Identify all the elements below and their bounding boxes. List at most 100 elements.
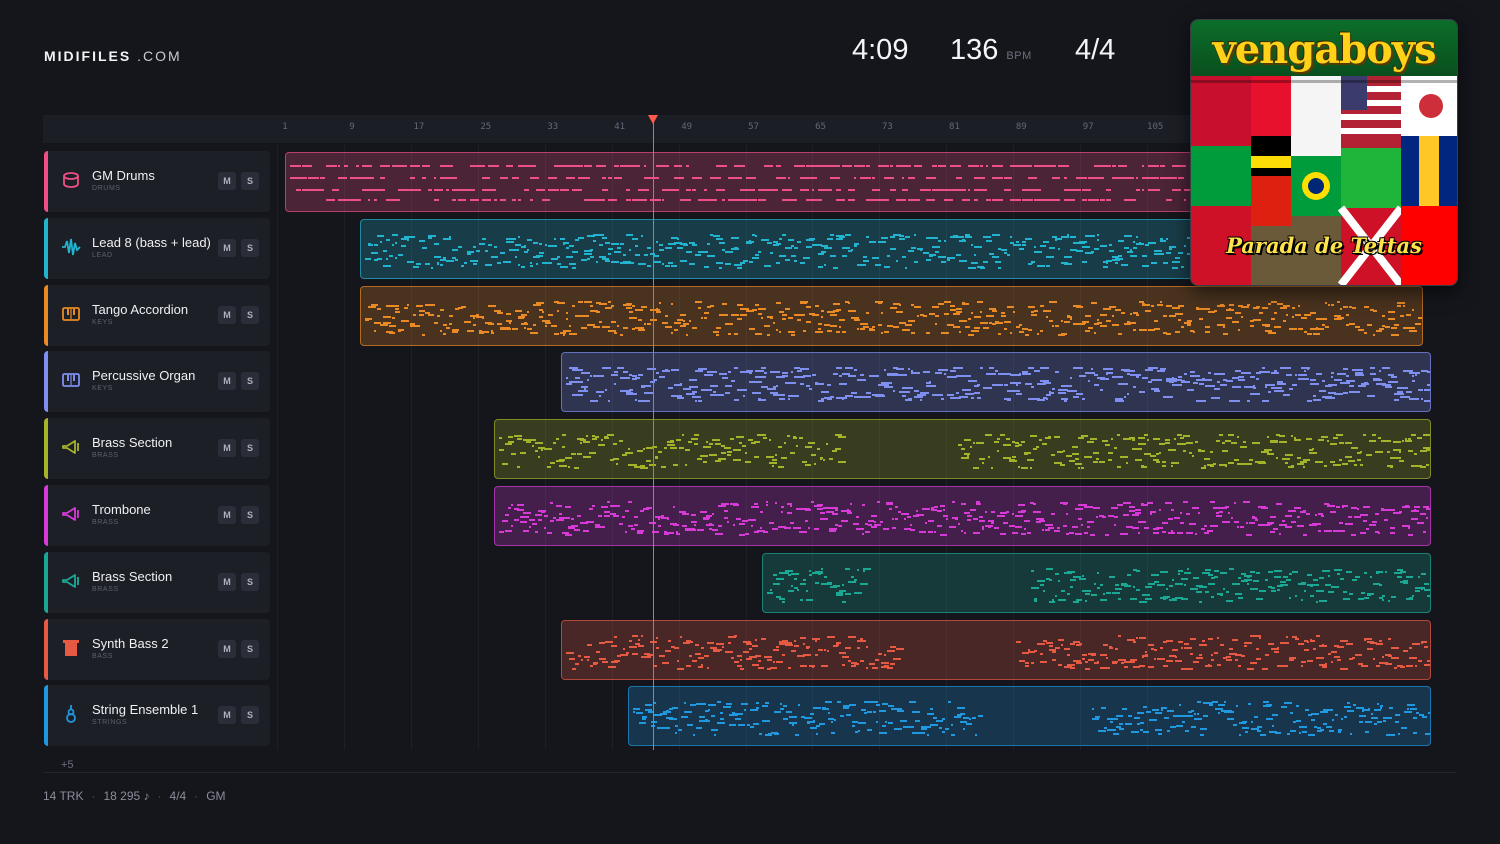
clip-notes — [766, 567, 1431, 603]
ruler-tick: 57 — [748, 122, 759, 132]
ruler-tick: 41 — [614, 122, 626, 132]
midi-clip[interactable] — [360, 285, 1423, 346]
brand-name: MIDIFILES — [44, 48, 132, 64]
album-subtitle: Parada de Tettas — [1226, 233, 1422, 258]
ruler-tick: 89 — [1015, 122, 1027, 132]
brand-logo: MIDIFILES .COM — [44, 48, 182, 64]
ruler-tick: 1 — [282, 122, 288, 132]
track-header[interactable]: String Ensemble 1 STRINGS M S — [44, 685, 270, 747]
track-name: Synth Bass 2 — [92, 635, 169, 651]
track-header[interactable]: Brass Section BRASS M S — [44, 418, 270, 480]
solo-button[interactable]: S — [241, 639, 259, 658]
grid-line — [343, 145, 345, 750]
track-header[interactable]: Trombone BRASS M S — [44, 485, 270, 546]
footer-stats: 14 TRK · 18 295 ♪ · 4/4 · GM — [43, 789, 226, 803]
horn-icon — [61, 437, 81, 457]
midi-clip[interactable] — [628, 686, 1432, 747]
midi-clip[interactable] — [561, 352, 1432, 413]
mute-button[interactable]: M — [218, 305, 236, 324]
clip-notes — [499, 501, 1431, 536]
track-color-bar — [44, 284, 48, 346]
ruler-tick: 25 — [480, 122, 492, 132]
ruler-tick: 97 — [1082, 122, 1094, 132]
solo-button[interactable]: S — [241, 572, 259, 591]
track-header[interactable]: GM Drums DRUMS M S — [44, 151, 270, 212]
solo-button[interactable]: S — [241, 372, 259, 391]
track-header[interactable]: Percussive Organ KEYS M S — [44, 351, 270, 413]
track-color-bar — [44, 485, 48, 546]
track-color-bar — [44, 685, 48, 747]
mute-button[interactable]: M — [218, 639, 236, 658]
clip-notes — [633, 701, 1431, 737]
violin-icon — [61, 704, 81, 724]
footer-midi-standard: GM — [206, 789, 226, 803]
solo-button[interactable]: S — [241, 706, 259, 725]
ruler-tick: 33 — [547, 122, 559, 132]
brand-suffix: .COM — [137, 48, 182, 64]
footer-note-count: 18 295 ♪ — [103, 789, 150, 803]
clip-notes — [566, 367, 1431, 403]
mute-button[interactable]: M — [218, 172, 236, 190]
bpm-unit: BPM — [1006, 50, 1032, 62]
ruler-tick: 105 — [1147, 122, 1164, 132]
track-header[interactable]: Synth Bass 2 BASS M S — [44, 618, 270, 680]
track-name: Brass Section — [92, 568, 173, 584]
midi-clip[interactable] — [494, 486, 1432, 546]
solo-button[interactable]: S — [241, 305, 259, 324]
track-category: DRUMS — [92, 185, 121, 192]
track-name: Percussive Organ — [92, 368, 196, 384]
track-color-bar — [44, 551, 48, 613]
album-art: vengaboys Parada de Tettas — [1190, 19, 1458, 286]
tempo-display: 136 BPM — [950, 34, 1032, 67]
album-title: vengaboys — [1212, 26, 1436, 73]
track-header[interactable]: Tango Accordion KEYS M S — [44, 284, 270, 346]
mute-button[interactable]: M — [218, 372, 236, 391]
grid-line — [277, 145, 278, 750]
track-category: STRINGS — [92, 719, 128, 727]
track-color-bar — [44, 151, 48, 212]
more-tracks-indicator[interactable]: +5 — [61, 759, 74, 771]
mute-button[interactable]: M — [218, 439, 236, 458]
clip-notes — [499, 434, 1431, 470]
duration-display: 4:09 — [852, 34, 909, 66]
horn-icon — [61, 504, 81, 524]
keyboard-icon — [61, 304, 81, 324]
track-category: BASS — [92, 652, 114, 660]
waveform-icon — [61, 237, 81, 257]
mute-button[interactable]: M — [218, 706, 236, 725]
footer-divider — [43, 772, 1456, 773]
playhead[interactable] — [653, 120, 655, 750]
ruler-tick: 65 — [815, 122, 826, 132]
midi-clip[interactable] — [494, 419, 1432, 480]
mute-button[interactable]: M — [218, 238, 236, 257]
solo-button[interactable]: S — [241, 439, 259, 458]
track-header[interactable]: Brass Section BRASS M S — [44, 551, 270, 613]
ruler-tick: 17 — [413, 122, 425, 132]
track-name: GM Drums — [92, 168, 155, 183]
track-name: Lead 8 (bass + lead) — [92, 234, 211, 250]
track-category: KEYS — [92, 385, 114, 393]
midi-clip[interactable] — [761, 552, 1432, 613]
ruler-tick: 73 — [882, 122, 893, 132]
keyboard-icon — [61, 370, 81, 390]
solo-button[interactable]: S — [241, 506, 259, 524]
solo-button[interactable]: S — [241, 238, 259, 257]
track-name: Trombone — [92, 502, 151, 517]
track-category: BRASS — [92, 519, 119, 526]
track-color-bar — [44, 217, 48, 279]
footer-time-signature: 4/4 — [169, 789, 187, 803]
track-category: BRASS — [92, 452, 119, 460]
track-category: LEAD — [92, 251, 113, 259]
track-header[interactable]: Lead 8 (bass + lead) LEAD M S — [44, 217, 270, 279]
track-color-bar — [44, 618, 48, 680]
time-signature-display: 4/4 — [1075, 34, 1116, 66]
solo-button[interactable]: S — [241, 172, 259, 190]
track-category: BRASS — [92, 585, 119, 593]
mute-button[interactable]: M — [218, 572, 236, 591]
midi-clip[interactable] — [561, 619, 1432, 680]
ruler-tick: 81 — [948, 122, 960, 132]
track-category: KEYS — [92, 318, 114, 326]
bass-icon — [61, 638, 81, 658]
drum-icon — [61, 170, 81, 190]
mute-button[interactable]: M — [218, 506, 236, 524]
